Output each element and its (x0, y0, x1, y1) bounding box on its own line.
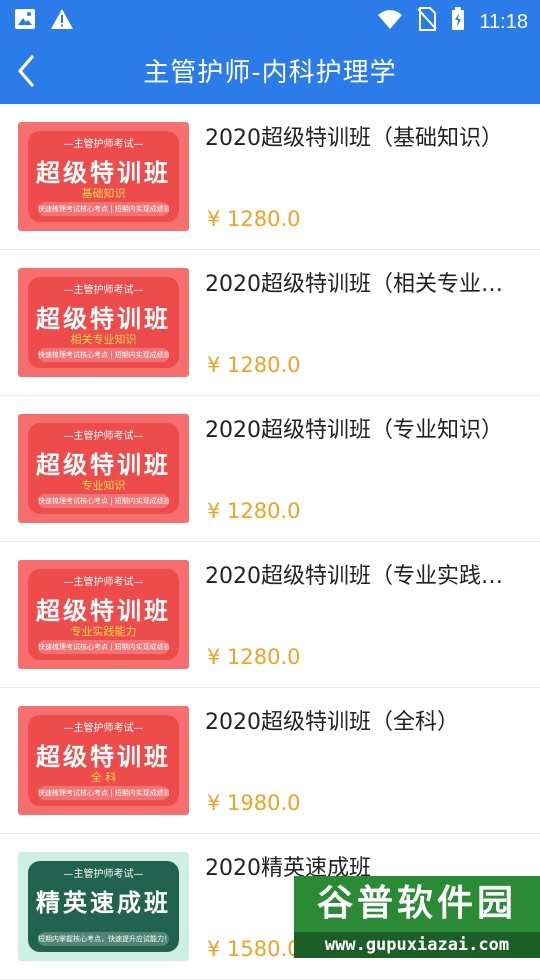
thumbnail-top-text: —主管护师考试— (63, 139, 144, 150)
thumbnail-card: —主管护师考试— 超级特训班 专业实践能力 快速梳理考试核心考点 | 短期内实现… (28, 569, 179, 660)
thumbnail-sub-text: 专业知识 (81, 479, 126, 492)
course-item[interactable]: —主管护师考试— 超级特训班 基础知识 快速梳理考试核心考点 | 短期内实现成绩… (0, 104, 540, 250)
thumbnail-main-text: 超级特训班 (36, 597, 171, 625)
app-header: 主管护师-内科护理学 (0, 38, 540, 104)
thumbnail-tagline: 快速梳理考试核心考点 | 短期内实现成绩提升 (38, 348, 169, 362)
course-thumbnail: —主管护师考试— 超级特训班 专业实践能力 快速梳理考试核心考点 | 短期内实现… (18, 560, 189, 669)
thumbnail-main-text: 超级特训班 (36, 451, 171, 479)
thumbnail-tagline: 快速梳理考试核心考点 | 短期内实现成绩提升 (38, 640, 169, 654)
course-thumbnail: —主管护师考试— 超级特训班 基础知识 快速梳理考试核心考点 | 短期内实现成绩… (18, 122, 189, 231)
thumbnail-tagline: 短期内掌握核心考点，快速提升应试能力！ (38, 932, 169, 946)
image-icon (14, 8, 36, 34)
thumbnail-top-text: —主管护师考试— (63, 285, 144, 296)
course-price: ¥ 1280.0 (207, 499, 301, 523)
course-title: 2020超级特训班（全科） (205, 710, 459, 735)
page-title: 主管护师-内科护理学 (143, 58, 397, 88)
watermark-url: www.gupuxiazai.com (294, 932, 540, 958)
thumbnail-top-text: —主管护师考试— (63, 577, 144, 588)
course-item[interactable]: —主管护师考试— 超级特训班 相关专业知识 快速梳理考试核心考点 | 短期内实现… (0, 250, 540, 396)
clock: 11:18 (479, 10, 528, 33)
course-title: 2020超级特训班（专业实践… (205, 564, 503, 589)
thumbnail-tagline: 快速梳理考试核心考点 | 短期内实现成绩提升 (38, 202, 169, 216)
course-title: 2020超级特训班（专业知识） (205, 418, 503, 443)
course-item[interactable]: —主管护师考试— 超级特训班 专业实践能力 快速梳理考试核心考点 | 短期内实现… (0, 542, 540, 688)
thumbnail-sub-text: 相关专业知识 (70, 333, 137, 346)
thumbnail-card: —主管护师考试— 超级特训班 相关专业知识 快速梳理考试核心考点 | 短期内实现… (28, 277, 179, 368)
status-bar: 11:18 (0, 0, 540, 38)
thumbnail-sub-text: 基础知识 (81, 187, 126, 200)
thumbnail-card: —主管护师考试— 精英速成班 短期内掌握核心考点，快速提升应试能力！ (28, 861, 179, 952)
course-thumbnail: —主管护师考试— 超级特训班 专业知识 快速梳理考试核心考点 | 短期内实现成绩… (18, 414, 189, 523)
course-price: ¥ 1980.0 (207, 791, 301, 815)
warning-icon (50, 8, 74, 34)
thumbnail-main-text: 超级特训班 (36, 305, 171, 333)
course-item[interactable]: —主管护师考试— 超级特训班 全 科 快速梳理考试核心考点 | 短期内实现成绩提… (0, 688, 540, 834)
thumbnail-tagline: 快速梳理考试核心考点 | 短期内实现成绩提升 (38, 786, 169, 800)
thumbnail-card: —主管护师考试— 超级特训班 专业知识 快速梳理考试核心考点 | 短期内实现成绩… (28, 423, 179, 514)
thumbnail-main-text: 精英速成班 (36, 889, 171, 917)
course-price: ¥ 1580.0 (207, 937, 301, 961)
thumbnail-sub-text: 全 科 (90, 771, 117, 784)
course-thumbnail: —主管护师考试— 超级特训班 全 科 快速梳理考试核心考点 | 短期内实现成绩提… (18, 706, 189, 815)
course-price: ¥ 1280.0 (207, 207, 301, 231)
course-thumbnail: —主管护师考试— 超级特训班 相关专业知识 快速梳理考试核心考点 | 短期内实现… (18, 268, 189, 377)
course-list: —主管护师考试— 超级特训班 基础知识 快速梳理考试核心考点 | 短期内实现成绩… (0, 104, 540, 980)
thumbnail-top-text: —主管护师考试— (63, 431, 144, 442)
course-thumbnail: —主管护师考试— 精英速成班 短期内掌握核心考点，快速提升应试能力！ (18, 852, 189, 961)
thumbnail-top-text: —主管护师考试— (63, 869, 144, 880)
thumbnail-tagline: 快速梳理考试核心考点 | 短期内实现成绩提升 (38, 494, 169, 508)
thumbnail-main-text: 超级特训班 (36, 159, 171, 187)
battery-charging-icon (451, 7, 465, 37)
status-right-icons: 11:18 (377, 7, 528, 37)
thumbnail-card: —主管护师考试— 超级特训班 基础知识 快速梳理考试核心考点 | 短期内实现成绩… (28, 131, 179, 222)
course-title: 2020超级特训班（相关专业… (205, 272, 503, 297)
watermark-logo: 谷普软件园 www.gupuxiazai.com (294, 876, 540, 960)
course-item[interactable]: —主管护师考试— 超级特训班 专业知识 快速梳理考试核心考点 | 短期内实现成绩… (0, 396, 540, 542)
no-sim-icon (417, 7, 438, 37)
watermark-text: 谷普软件园 (294, 876, 540, 932)
thumbnail-main-text: 超级特训班 (36, 743, 171, 771)
course-price: ¥ 1280.0 (207, 353, 301, 377)
course-title: 2020超级特训班（基础知识） (205, 126, 503, 151)
wifi-icon (377, 8, 403, 36)
thumbnail-top-text: —主管护师考试— (63, 723, 144, 734)
status-left-icons (14, 8, 74, 34)
thumbnail-card: —主管护师考试— 超级特训班 全 科 快速梳理考试核心考点 | 短期内实现成绩提… (28, 715, 179, 806)
thumbnail-sub-text: 专业实践能力 (70, 625, 137, 638)
course-price: ¥ 1280.0 (207, 645, 301, 669)
